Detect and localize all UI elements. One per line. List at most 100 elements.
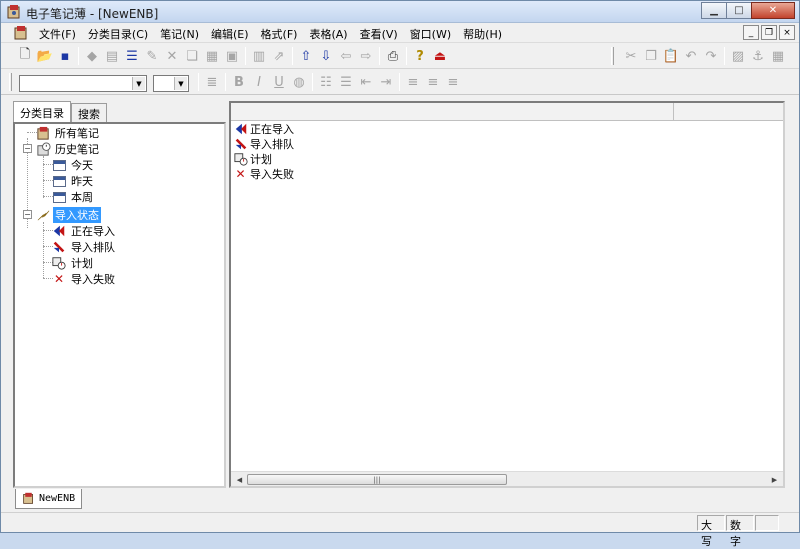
toolbar-grip[interactable] (611, 47, 614, 65)
back-icon[interactable]: ⇦ (336, 46, 356, 66)
paste-icon[interactable]: 📋 (661, 46, 681, 66)
save-icon[interactable]: ▪ (55, 46, 75, 66)
align-center-icon[interactable]: ≡ (423, 72, 443, 92)
move-up-icon[interactable]: ⇧ (296, 46, 316, 66)
horizontal-scrollbar[interactable]: ◀ ||| ▶ (231, 471, 783, 486)
scroll-right-icon[interactable]: ▶ (768, 474, 781, 485)
mdi-minimize-button[interactable]: _ (743, 25, 759, 40)
document-system-icon[interactable] (13, 25, 29, 41)
add-category-icon[interactable]: ◆ (82, 46, 102, 66)
align-left-icon[interactable]: ≡ (403, 72, 423, 92)
import-status-icon (35, 208, 51, 223)
text-style-icon[interactable]: ≣ (202, 72, 222, 92)
tree-item-all-notes[interactable]: 所有笔记 (35, 125, 101, 141)
underline-button[interactable]: U (269, 72, 289, 92)
numbered-list-icon[interactable]: ☷ (316, 72, 336, 92)
history-icon (35, 141, 51, 157)
copy-note-icon[interactable]: ❏ (182, 46, 202, 66)
copy-icon[interactable]: ❐ (641, 46, 661, 66)
list-item-plan[interactable]: 计划 (233, 151, 272, 166)
maximize-button[interactable]: □ (726, 2, 752, 19)
forward-icon[interactable]: ⇨ (356, 46, 376, 66)
minimize-button[interactable]: ▁ (701, 2, 727, 19)
italic-button[interactable]: I (249, 72, 269, 92)
calendar-icon (51, 158, 67, 173)
note-properties-icon[interactable]: ☰ (122, 46, 142, 66)
outdent-icon[interactable]: ⇤ (356, 72, 376, 92)
menu-category[interactable]: 分类目录(C) (82, 26, 154, 42)
calendar-icon (51, 174, 67, 189)
doc-tab-newenb[interactable]: NewENB (15, 489, 83, 509)
chevron-down-icon[interactable]: ▼ (174, 77, 187, 90)
tree-item-this-week[interactable]: 本周 (51, 189, 95, 205)
anchor-icon[interactable]: ⚓ (748, 46, 768, 66)
list-item-import-queue[interactable]: 导入排队 (233, 136, 294, 151)
document-tabs: NewENB (11, 489, 791, 511)
indent-icon[interactable]: ⇥ (376, 72, 396, 92)
collapse-history-toggle[interactable]: − (23, 144, 32, 153)
tab-category[interactable]: 分类目录 (13, 101, 71, 123)
attachment-icon[interactable]: ▥ (249, 46, 269, 66)
app-notebook-icon (6, 4, 22, 20)
mdi-restore-button[interactable]: ❐ (761, 25, 777, 40)
menu-note[interactable]: 笔记(N) (154, 26, 205, 42)
menu-help[interactable]: 帮助(H) (457, 26, 508, 42)
note-list-pane: 正在导入 导入排队 计划 ✕ 导入失败 ◀ ||| ▶ (229, 101, 785, 488)
importing-icon (51, 224, 67, 239)
chevron-down-icon[interactable]: ▼ (132, 77, 145, 90)
new-file-icon[interactable]: 🗋 (15, 46, 35, 66)
menu-table[interactable]: 表格(A) (303, 26, 353, 42)
mdi-close-button[interactable]: × (779, 25, 795, 40)
move-down-icon[interactable]: ⇩ (316, 46, 336, 66)
collapse-import-toggle[interactable]: − (23, 210, 32, 219)
export-icon[interactable]: ⇗ (269, 46, 289, 66)
open-folder-icon[interactable]: 📂 (35, 46, 55, 66)
scroll-left-icon[interactable]: ◀ (233, 474, 246, 485)
list-item-importing[interactable]: 正在导入 (233, 121, 294, 136)
bullet-list-icon[interactable]: ☰ (336, 72, 356, 92)
tree-item-import-status[interactable]: 导入状态 (35, 207, 101, 223)
import-failed-icon: ✕ (53, 272, 65, 286)
undo-icon[interactable]: ↶ (681, 46, 701, 66)
tree-item-history[interactable]: 历史笔记 (35, 141, 101, 157)
insert-image-icon[interactable]: ▨ (728, 46, 748, 66)
redo-icon[interactable]: ↷ (701, 46, 721, 66)
align-right-icon[interactable]: ≡ (443, 72, 463, 92)
delete-icon[interactable]: ✕ (162, 46, 182, 66)
column-header-name[interactable] (231, 103, 674, 121)
print-icon[interactable]: ⎙ (383, 46, 403, 66)
tab-search[interactable]: 搜索 (71, 103, 107, 123)
pane-tabs: 分类目录 搜索 (13, 101, 107, 123)
status-num: 数字 (726, 515, 754, 548)
tree-item-plan[interactable]: 计划 (51, 255, 95, 271)
menu-view[interactable]: 查看(V) (354, 26, 404, 42)
tree-item-import-failed[interactable]: ✕ 导入失败 (51, 271, 117, 287)
tree-item-import-queue[interactable]: 导入排队 (51, 239, 117, 255)
scrollbar-thumb[interactable]: ||| (247, 474, 507, 485)
title-bar: 电子笔记薄 - [NewENB] ▁ □ ✕ (1, 1, 799, 23)
tree-item-today[interactable]: 今天 (51, 157, 95, 173)
font-size-select[interactable]: ▼ (153, 75, 189, 92)
font-name-select[interactable]: ▼ (19, 75, 147, 92)
tree-item-yesterday[interactable]: 昨天 (51, 173, 95, 189)
menu-edit[interactable]: 编辑(E) (205, 26, 255, 42)
cut-icon[interactable]: ✂ (621, 46, 641, 66)
list-item-import-failed[interactable]: ✕ 导入失败 (233, 166, 294, 181)
bold-button[interactable]: B (229, 72, 249, 92)
font-color-icon[interactable]: ◍ (289, 72, 309, 92)
archive-icon[interactable]: ▣ (222, 46, 242, 66)
menu-format[interactable]: 格式(F) (255, 26, 304, 42)
edit-category-icon[interactable]: ▤ (102, 46, 122, 66)
menu-file[interactable]: 文件(F) (33, 26, 82, 42)
format-toolbar-grip[interactable] (9, 73, 12, 91)
format-toolbar: ▼ ▼ ≣ B I U ◍ ☷ ☰ ⇤ ⇥ ≡ ≡ ≡ (1, 69, 799, 95)
help-icon[interactable]: ? (410, 46, 430, 66)
move-note-icon[interactable]: ▦ (202, 46, 222, 66)
insert-table-icon[interactable]: ▦ (768, 46, 788, 66)
menu-window[interactable]: 窗口(W) (404, 26, 457, 42)
pencil-icon[interactable]: ✎ (142, 46, 162, 66)
menu-bar: 文件(F) 分类目录(C) 笔记(N) 编辑(E) 格式(F) 表格(A) 查看… (1, 23, 799, 43)
tree-item-importing[interactable]: 正在导入 (51, 223, 117, 239)
close-button[interactable]: ✕ (751, 2, 795, 19)
exit-icon[interactable]: ⏏ (430, 46, 450, 66)
